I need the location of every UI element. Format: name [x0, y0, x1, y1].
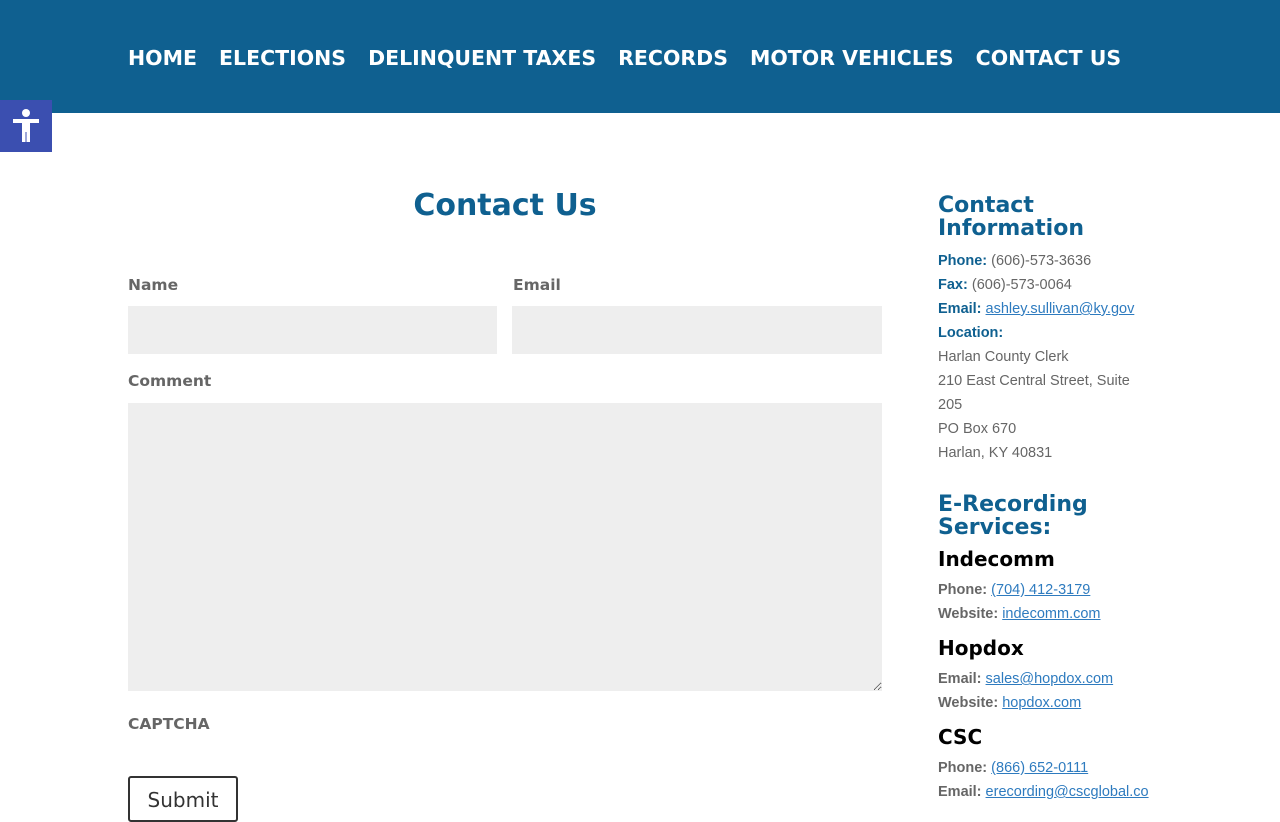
vendor-website-link[interactable]: hopdox.com: [1002, 695, 1081, 711]
vendor-field-label: Email:: [938, 671, 982, 687]
location-label: Location:: [938, 325, 1004, 341]
address-line-4: PO Box 670: [938, 421, 1017, 437]
nav-contact-us[interactable]: CONTACT US: [976, 46, 1121, 70]
nav-records[interactable]: RECORDS: [618, 46, 728, 70]
nav-elections[interactable]: ELECTIONS: [219, 46, 346, 70]
vendor-name: Hopdox: [938, 636, 1024, 660]
e-recording-heading-line-2: Services:: [938, 515, 1052, 540]
vendor-hopdox: Hopdox Email: sales@hopdox.com Website: …: [938, 636, 1152, 715]
contact-heading-line-2: Information: [938, 216, 1084, 241]
comment-label: Comment: [128, 372, 212, 390]
vendor-phone-link[interactable]: (866) 652-0111: [991, 760, 1088, 776]
vendor-field-label: Phone:: [938, 760, 988, 776]
vendor-field-label: Website:: [938, 606, 999, 622]
phone-value: (606)-573-3636: [991, 253, 1092, 269]
fax-value: (606)-573-0064: [971, 277, 1072, 293]
e-recording-heading-line-1: E-Recording: [938, 492, 1088, 517]
fax-label: Fax:: [938, 277, 968, 293]
vendor-website-link[interactable]: indecomm.com: [1002, 606, 1100, 622]
vendor-csc: CSC Phone: (866) 652-0111 Email: erecord…: [938, 725, 1152, 804]
phone-label: Phone:: [938, 253, 988, 269]
comment-textarea[interactable]: [128, 403, 882, 691]
email-link[interactable]: ashley.sullivan@ky.gov: [986, 301, 1135, 317]
captcha-label: CAPTCHA: [128, 715, 210, 733]
vendor-email-link[interactable]: erecording@cscglobal.co: [986, 784, 1149, 800]
vendor-field-label: Website:: [938, 695, 999, 711]
email-label: Email: [513, 276, 561, 294]
accessibility-person-icon: [13, 109, 39, 142]
e-recording-heading: E-Recording Services:: [938, 493, 1152, 539]
vendor-email-link[interactable]: sales@hopdox.com: [986, 671, 1114, 687]
nav-motor-vehicles[interactable]: MOTOR VEHICLES: [750, 46, 954, 70]
contact-heading-line-1: Contact: [938, 193, 1034, 218]
accessibility-toggle-button[interactable]: [0, 100, 52, 152]
header-bar: HOME ELECTIONS DELINQUENT TAXES RECORDS …: [0, 0, 1280, 113]
address-line-1: Harlan County Clerk: [938, 349, 1069, 365]
nav-delinquent-taxes[interactable]: DELINQUENT TAXES: [368, 46, 596, 70]
submit-button[interactable]: Submit: [128, 776, 238, 822]
address-line-2: 210 East Central Street, Suite: [938, 373, 1130, 389]
page-title: Contact Us: [413, 188, 597, 223]
address-line-3: 205: [938, 397, 963, 413]
contact-info: Phone: (606)-573-3636 Fax: (606)-573-006…: [938, 249, 1152, 465]
vendor-indecomm: Indecomm Phone: (704) 412-3179 Website: …: [938, 547, 1152, 626]
nav-home[interactable]: HOME: [128, 46, 197, 70]
address-line-5: Harlan, KY 40831: [938, 445, 1053, 461]
email-label: Email:: [938, 301, 982, 317]
email-input[interactable]: [512, 306, 882, 354]
main-nav: HOME ELECTIONS DELINQUENT TAXES RECORDS …: [128, 41, 1143, 75]
name-label: Name: [128, 276, 179, 294]
vendor-field-label: Phone:: [938, 582, 988, 598]
vendor-phone-link[interactable]: (704) 412-3179: [991, 582, 1090, 598]
vendor-field-label: Email:: [938, 784, 982, 800]
vendor-name: CSC: [938, 725, 983, 749]
name-input[interactable]: [128, 306, 497, 354]
vendor-name: Indecomm: [938, 547, 1055, 571]
sidebar: Contact Information Phone: (606)-573-363…: [938, 194, 1152, 804]
contact-info-heading: Contact Information: [938, 194, 1152, 240]
